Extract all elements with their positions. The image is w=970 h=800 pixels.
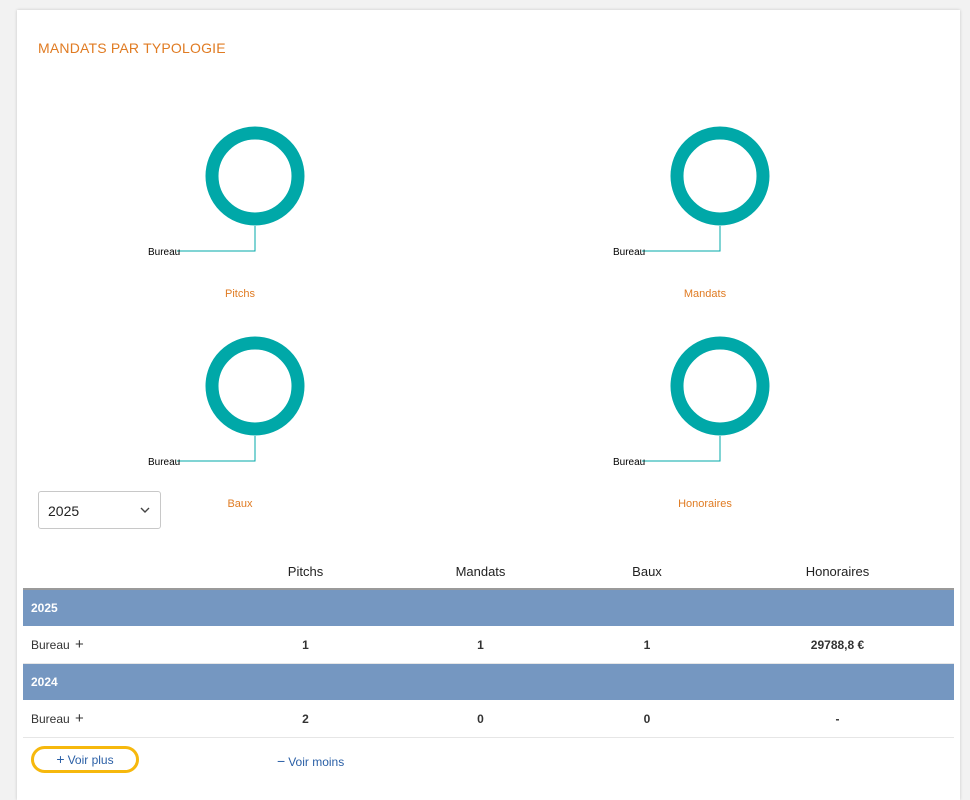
table-header-row: Pitchs Mandats Baux Honoraires bbox=[23, 554, 954, 590]
donut-title-mandats: Mandats bbox=[683, 288, 727, 300]
donut-chart-baux: Bureau bbox=[148, 336, 305, 468]
column-header: Honoraires bbox=[721, 554, 954, 590]
column-header bbox=[23, 554, 223, 590]
donut-title-pitchs: Pitchs bbox=[225, 288, 255, 300]
column-header: Mandats bbox=[388, 554, 573, 590]
honoraires-cell: - bbox=[721, 700, 954, 738]
donut-title-baux: Baux bbox=[227, 498, 253, 510]
baux-cell: 1 bbox=[573, 626, 721, 664]
donut-slice-label: Bureau bbox=[613, 247, 645, 258]
donut-chart-honoraires: Bureau bbox=[613, 336, 770, 468]
donut-ring[interactable] bbox=[205, 126, 305, 226]
donut-ring[interactable] bbox=[670, 126, 770, 226]
year-select-value: 2025 bbox=[48, 503, 80, 519]
donut-chart-mandats: Bureau bbox=[613, 126, 770, 258]
minus-icon: − bbox=[277, 753, 286, 769]
row-label-cell: Bureau + bbox=[23, 626, 223, 664]
donut-slice-label: Bureau bbox=[148, 457, 180, 468]
voir-plus-label: Voir plus bbox=[67, 753, 114, 767]
expand-row-button[interactable]: + bbox=[75, 636, 84, 653]
expand-row-button[interactable]: + bbox=[75, 710, 84, 727]
donut-leader-line bbox=[642, 436, 721, 462]
year-select[interactable]: 2025 bbox=[38, 491, 161, 529]
pitchs-cell: 1 bbox=[223, 626, 388, 664]
honoraires-cell: 29788,8 € bbox=[721, 626, 954, 664]
row-label: Bureau bbox=[31, 638, 70, 652]
voir-moins-button[interactable]: − Voir moins bbox=[277, 753, 344, 769]
mandats-cell: 1 bbox=[388, 626, 573, 664]
pitchs-cell: 2 bbox=[223, 700, 388, 738]
donut-slice-label: Bureau bbox=[148, 247, 180, 258]
mandats-cell: 0 bbox=[388, 700, 573, 738]
donut-leader-line bbox=[177, 436, 256, 462]
stats-table: Pitchs Mandats Baux Honoraires 2025 Bure… bbox=[23, 554, 954, 738]
year-group-label: 2024 bbox=[23, 663, 954, 700]
column-header: Baux bbox=[573, 554, 721, 590]
row-label-cell: Bureau + bbox=[23, 700, 223, 738]
plus-icon: + bbox=[56, 751, 65, 767]
voir-moins-label: Voir moins bbox=[288, 755, 345, 769]
donut-slice-label: Bureau bbox=[613, 457, 645, 468]
year-group-row: 2025 bbox=[23, 589, 954, 626]
donut-ring[interactable] bbox=[205, 336, 305, 436]
donut-leader-line bbox=[177, 226, 256, 252]
donut-ring[interactable] bbox=[670, 336, 770, 436]
baux-cell: 0 bbox=[573, 700, 721, 738]
year-group-row: 2024 bbox=[23, 663, 954, 700]
table-row: Bureau + 2 0 0 - bbox=[23, 700, 954, 738]
donut-leader-line bbox=[642, 226, 721, 252]
row-label: Bureau bbox=[31, 712, 70, 726]
chevron-down-icon bbox=[140, 507, 150, 513]
donut-title-honoraires: Honoraires bbox=[678, 498, 732, 510]
donut-charts: Bureau Bureau Bureau Bureau bbox=[148, 126, 770, 468]
typology-card: MANDATS PAR TYPOLOGIE Bureau Bureau Bure… bbox=[17, 10, 960, 800]
table-row: Bureau + 1 1 1 29788,8 € bbox=[23, 626, 954, 664]
year-group-label: 2025 bbox=[23, 589, 954, 626]
column-header: Pitchs bbox=[223, 554, 388, 590]
donut-chart-pitchs: Bureau bbox=[148, 126, 305, 258]
voir-plus-button[interactable]: + Voir plus bbox=[31, 746, 139, 773]
